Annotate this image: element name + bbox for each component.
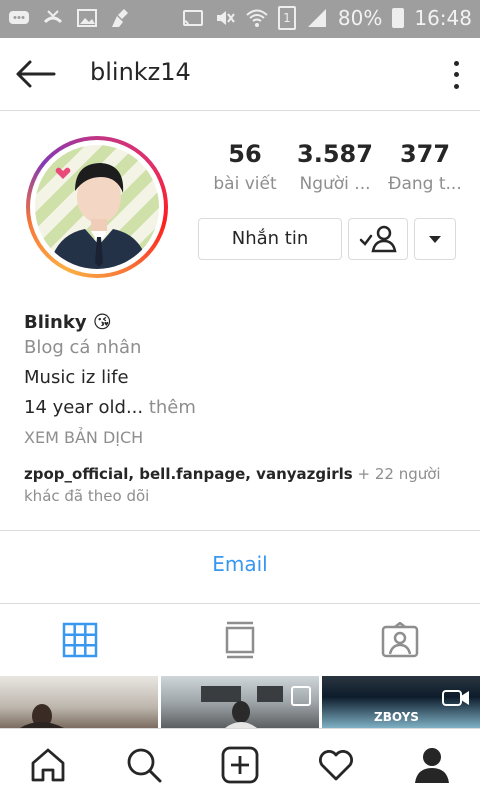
clock: 16:48 <box>414 6 472 30</box>
stat-following[interactable]: 377 Đang t... <box>380 140 470 194</box>
signal-icon <box>306 8 328 28</box>
profile-icon <box>415 748 449 783</box>
suggestions-dropdown-button[interactable] <box>414 218 456 260</box>
profile-display-name: Blinky 😘 <box>24 312 112 333</box>
more-dot-icon <box>453 61 459 67</box>
stat-followers-label: Người ... <box>299 174 371 194</box>
feed-list-icon <box>225 621 255 659</box>
cleaner-icon <box>110 7 132 29</box>
home-icon <box>31 748 65 782</box>
followed-by[interactable]: zpop_official, bell.fanpage, vanyazgirls… <box>24 463 464 507</box>
message-button[interactable]: Nhắn tin <box>198 218 342 260</box>
thumbnail-overlay-text: ZBOYS <box>374 710 419 724</box>
avatar <box>35 145 159 269</box>
caret-down-icon <box>429 236 441 243</box>
following-button[interactable] <box>348 218 408 260</box>
followed-by-users: zpop_official, bell.fanpage, vanyazgirls <box>24 465 353 483</box>
more-dot-icon <box>453 72 459 78</box>
video-icon <box>442 688 470 712</box>
tab-grid[interactable] <box>0 604 160 676</box>
profile-stats: 56 bài viết 3.587 Người ... 377 Đang t..… <box>200 140 470 194</box>
post-thumbnail[interactable] <box>0 676 158 728</box>
story-ring[interactable] <box>26 136 168 278</box>
profile-username: blinkz14 <box>90 58 191 86</box>
stat-following-label: Đang t... <box>388 174 462 194</box>
back-button[interactable] <box>14 56 58 92</box>
bottom-navigation <box>0 728 480 801</box>
post-grid: ZBOYS <box>0 676 480 728</box>
profile-category: Blog cá nhân <box>24 337 142 358</box>
bio-line: Music iz life <box>24 367 129 388</box>
nav-profile[interactable] <box>384 729 480 801</box>
stat-followers-count: 3.587 <box>297 140 373 168</box>
bio-line-text: 14 year old... <box>24 397 144 418</box>
tab-feed[interactable] <box>160 604 320 676</box>
user-following-icon <box>359 225 397 253</box>
post-thumbnail[interactable]: ZBOYS <box>322 676 480 728</box>
see-translation-link[interactable]: XEM BẢN DỊCH <box>24 423 464 453</box>
post-thumbnail[interactable] <box>161 676 319 728</box>
nav-activity[interactable] <box>288 729 384 801</box>
image-notification-icon <box>76 7 98 29</box>
mute-icon <box>214 7 236 29</box>
grid-icon <box>62 622 98 658</box>
sim-slot-icon: 1 <box>277 6 296 30</box>
more-options-button[interactable] <box>446 58 466 92</box>
chat-notification-icon <box>8 7 30 29</box>
bio-line-truncated: 14 year old... thêm <box>24 393 464 423</box>
profile-tabs <box>0 604 480 676</box>
cast-icon <box>182 7 204 29</box>
battery-icon <box>392 8 405 28</box>
multiple-photos-icon <box>291 686 311 706</box>
tagged-user-icon <box>381 622 419 658</box>
divider <box>0 530 480 531</box>
stat-posts-count: 56 <box>228 140 262 168</box>
status-bar: 1 80% 16:48 <box>0 0 480 38</box>
app-bar: blinkz14 <box>0 38 480 111</box>
stat-following-count: 377 <box>399 140 451 168</box>
more-dot-icon <box>453 83 459 89</box>
add-post-icon <box>221 746 259 784</box>
stat-posts[interactable]: 56 bài viết <box>200 140 290 194</box>
email-button[interactable]: Email <box>0 552 480 576</box>
nav-search[interactable] <box>96 729 192 801</box>
stat-followers[interactable]: 3.587 Người ... <box>290 140 380 194</box>
nav-home[interactable] <box>0 729 96 801</box>
battery-percentage: 80% <box>337 6 383 30</box>
see-more-link[interactable]: thêm <box>143 397 196 418</box>
missed-call-icon <box>42 7 64 29</box>
wifi-icon <box>246 7 268 29</box>
heart-icon <box>319 750 353 781</box>
bio-section: Blinky 😘 Blog cá nhân Music iz life 14 y… <box>24 312 464 507</box>
stat-posts-label: bài viết <box>213 174 277 194</box>
search-icon <box>127 748 162 783</box>
nav-new-post[interactable] <box>192 729 288 801</box>
tab-tagged[interactable] <box>320 604 480 676</box>
back-arrow-icon <box>16 60 56 88</box>
